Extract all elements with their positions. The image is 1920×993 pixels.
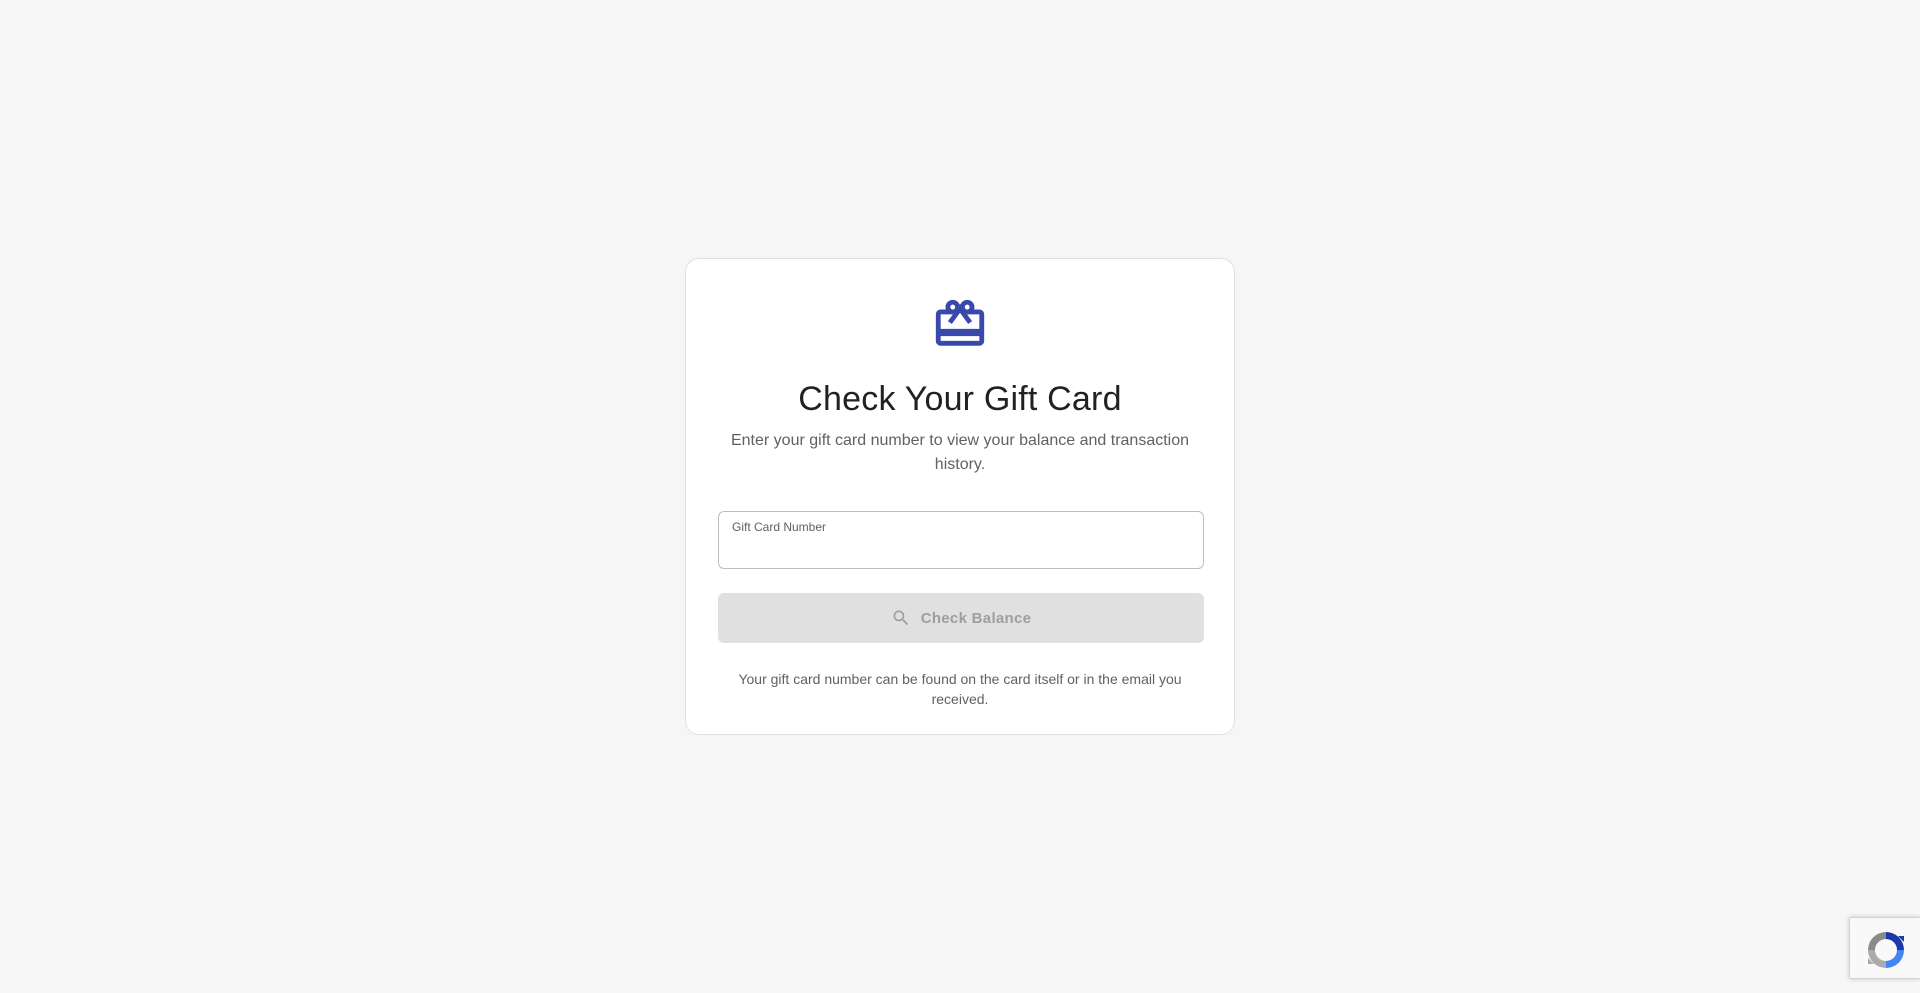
recaptcha-icon bbox=[1868, 932, 1904, 968]
page: Check Your Gift Card Enter your gift car… bbox=[0, 0, 1920, 993]
search-icon bbox=[893, 610, 908, 626]
gift-card-number-input[interactable] bbox=[732, 538, 1192, 562]
gift-card-check-panel: Check Your Gift Card Enter your gift car… bbox=[685, 258, 1235, 735]
help-text: Your gift card number can be found on th… bbox=[738, 671, 1182, 707]
page-title: Check Your Gift Card bbox=[798, 380, 1122, 418]
gift-card-number-label: Gift Card Number bbox=[732, 520, 827, 534]
check-balance-button[interactable]: Check Balance bbox=[718, 593, 1204, 643]
recaptcha-badge[interactable] bbox=[1849, 917, 1920, 979]
gift-card-number-field[interactable]: Gift Card Number bbox=[718, 511, 1204, 569]
page-subtitle: Enter your gift card number to view your… bbox=[730, 432, 1190, 473]
gift-card-icon bbox=[935, 299, 985, 346]
check-balance-label: Check Balance bbox=[920, 609, 1032, 627]
